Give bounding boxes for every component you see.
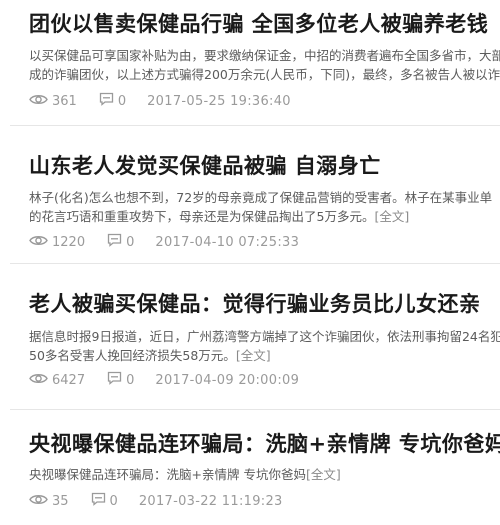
comment-icon[interactable] [107,371,122,389]
publish-time: 2017-04-10 07:25:33 [155,234,300,250]
eye-icon [29,234,48,251]
article-summary: 央视曝保健品连环骗局：洗脑+亲情牌 专坑你爸妈[全文] [29,465,500,484]
article-summary: 据信息时报9日报道，近日，广州荔湾警方端掉了这个诈骗团伙，依法刑事拘留24名犯 … [29,327,500,365]
summary-line: 林子(化名)怎么也想不到，72岁的母亲竟成了保健品营销的受害者。林子在某事业单 [29,190,493,205]
eye-icon [29,372,48,389]
article-title[interactable]: 山东老人发觉买保健品被骗 自溺身亡 [29,154,381,178]
article-meta: 361 0 2017-05-25 19:36:40 [29,92,291,110]
eye-icon [29,93,48,110]
comment-count: 0 [126,234,135,250]
summary-text: 央视曝保健品连环骗局：洗脑+亲情牌 专坑你爸妈 [29,467,306,482]
summary-line: 的花言巧语和重重攻势下，母亲还是为保健品掏出了5万多元。[全文] [29,207,500,226]
article-summary: 以买保健品可享国家补贴为由，要求缴纳保证金，中招的消费者遍布全国多省市，大部 成… [29,46,500,84]
publish-time: 2017-04-09 20:00:09 [155,372,300,388]
article-summary: 林子(化名)怎么也想不到，72岁的母亲竟成了保健品营销的受害者。林子在某事业单 … [29,188,500,226]
summary-text: 的花言巧语和重重攻势下，母亲还是为保健品掏出了5万多元。 [29,209,375,224]
comment-count: 0 [117,93,127,109]
view-count: 361 [52,93,77,109]
article-title[interactable]: 老人被骗买保健品：觉得行骗业务员比儿女还亲 [29,292,481,316]
summary-line: 央视曝保健品连环骗局：洗脑+亲情牌 专坑你爸妈[全文] [29,465,500,484]
comment-count: 0 [126,372,135,388]
article-item: 团伙以售卖保健品行骗 全国多位老人被骗养老钱 以买保健品可享国家补贴为由，要求缴… [0,0,500,126]
summary-line: 成的诈骗团伙，以上述方式骗得200万余元(人民币，下同)，最终，多名被告人被以诈 [29,67,500,82]
summary-text: 50多名受害人挽回经济损失58万元。 [29,348,236,363]
summary-line: 以买保健品可享国家补贴为由，要求缴纳保证金，中招的消费者遍布全国多省市，大部 [29,48,500,63]
comment-count: 0 [109,493,118,509]
summary-line: 据信息时报9日报道，近日，广州荔湾警方端掉了这个诈骗团伙，依法刑事拘留24名犯 [29,329,500,344]
summary-line: 50多名受害人挽回经济损失58万元。[全文] [29,346,500,365]
article-meta: 1220 0 2017-04-10 07:25:33 [29,233,299,251]
view-count: 35 [52,493,69,509]
view-count: 6427 [52,372,86,388]
article-meta: 6427 0 2017-04-09 20:00:09 [29,371,299,389]
article-feed: 团伙以售卖保健品行骗 全国多位老人被骗养老钱 以买保健品可享国家补贴为由，要求缴… [0,0,500,525]
comment-icon[interactable] [107,233,122,251]
view-count: 1220 [52,234,86,250]
comment-icon[interactable] [99,92,114,110]
eye-icon [29,493,48,510]
comment-icon[interactable] [91,492,106,510]
publish-time: 2017-05-25 19:36:40 [147,93,291,109]
publish-time: 2017-03-22 11:19:23 [138,493,283,509]
article-item: 央视曝保健品连环骗局：洗脑+亲情牌 专坑你爸妈 央视曝保健品连环骗局：洗脑+亲情… [0,410,500,525]
article-item: 山东老人发觉买保健品被骗 自溺身亡 林子(化名)怎么也想不到，72岁的母亲竟成了… [0,126,500,264]
article-title[interactable]: 央视曝保健品连环骗局：洗脑+亲情牌 专坑你爸妈 [29,432,500,456]
fulltext-link[interactable]: [全文] [374,209,409,224]
article-meta: 35 0 2017-03-22 11:19:23 [29,492,283,510]
fulltext-link[interactable]: [全文] [306,467,341,482]
fulltext-link[interactable]: [全文] [236,348,271,363]
article-title[interactable]: 团伙以售卖保健品行骗 全国多位老人被骗养老钱 [29,12,488,36]
article-item: 老人被骗买保健品：觉得行骗业务员比儿女还亲 据信息时报9日报道，近日，广州荔湾警… [0,264,500,410]
